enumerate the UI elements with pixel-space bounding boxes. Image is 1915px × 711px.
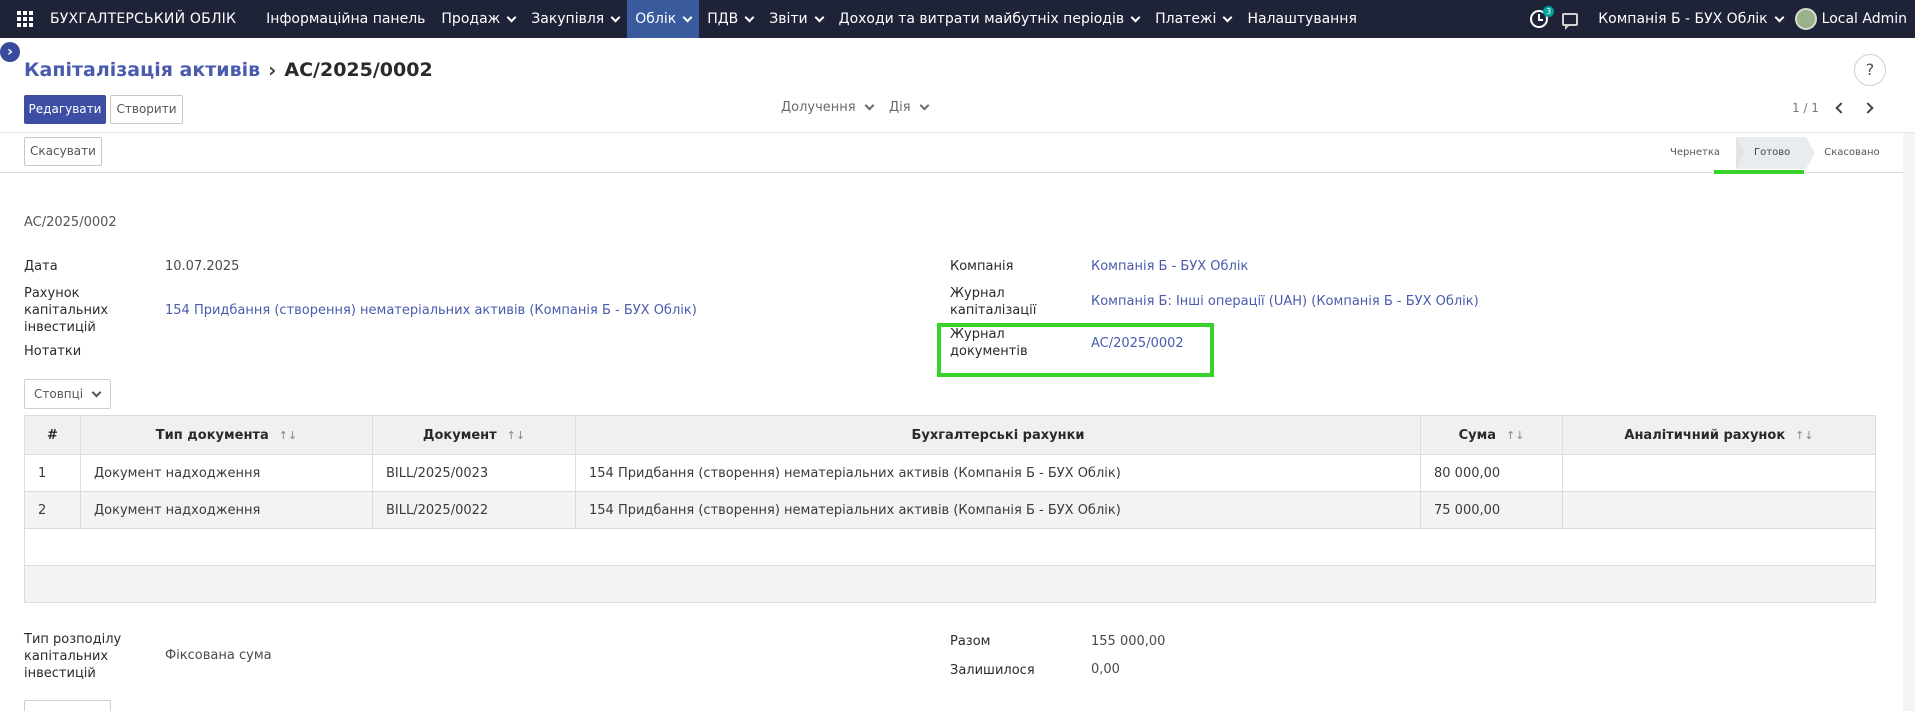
account-link[interactable]: 154 Придбання (створення) нематеріальних… bbox=[165, 302, 697, 319]
chevron-right-icon[interactable]: › bbox=[0, 42, 20, 62]
breadcrumb-parent[interactable]: Капіталізація активів bbox=[24, 59, 260, 81]
menu-item-purchase[interactable]: Закупівля bbox=[523, 0, 627, 38]
company-label: Компанія bbox=[950, 259, 1014, 274]
cell-number: 2 bbox=[24, 491, 81, 529]
sort-icon: ↑↓ bbox=[1505, 428, 1525, 442]
date-label: Дата bbox=[24, 259, 58, 274]
avatar[interactable] bbox=[1794, 8, 1817, 30]
chevron-down-icon bbox=[91, 387, 102, 397]
pager-counter[interactable]: 1 / 1 bbox=[1792, 101, 1819, 115]
chevron-right-icon: › bbox=[268, 58, 277, 82]
sort-icon: ↑↓ bbox=[278, 428, 298, 442]
breadcrumb: Капіталізація активів › AC/2025/0002 bbox=[24, 58, 433, 82]
documents-table: # Тип документа ↑↓ Документ ↑↓ Бухгалтерсь… bbox=[24, 415, 1876, 603]
column-header-number: # bbox=[24, 415, 81, 455]
activity-badge: 3 bbox=[1543, 6, 1555, 17]
cell-document: BILL/2025/0022 bbox=[372, 491, 576, 529]
chevron-down-icon bbox=[864, 100, 875, 111]
main-menu: Інформаційна панель Продаж Закупівля Обл… bbox=[258, 0, 1365, 38]
attachments-dropdown[interactable]: Долучення bbox=[781, 100, 875, 115]
chevron-down-icon bbox=[682, 12, 693, 22]
remaining-label: Залишилося bbox=[950, 663, 1035, 678]
distribution-label: Тип розподілу капітальних інвестицій bbox=[24, 632, 122, 681]
top-navbar: БУХГАЛТЕРСЬКИЙ ОБЛІК Інформаційна панель… bbox=[0, 0, 1915, 38]
cell-document: BILL/2025/0023 bbox=[372, 454, 576, 492]
page-title: AC/2025/0002 bbox=[284, 59, 433, 81]
cell-number: 1 bbox=[24, 454, 81, 492]
total-label: Разом bbox=[950, 634, 991, 649]
cancel-button[interactable]: Скасувати bbox=[24, 137, 102, 166]
scrollbar[interactable] bbox=[1903, 133, 1915, 711]
menu-item-vat[interactable]: ПДВ bbox=[699, 0, 761, 38]
document-name: AC/2025/0002 bbox=[24, 215, 117, 230]
stage-cancelled[interactable]: Скасовано bbox=[1806, 137, 1896, 169]
cell-doc-type: Документ надходження bbox=[80, 454, 373, 492]
chevron-down-icon bbox=[610, 12, 621, 22]
column-header-doc-type[interactable]: Тип документа ↑↓ bbox=[80, 415, 373, 455]
activity-clock-icon[interactable]: 3 bbox=[1530, 6, 1555, 28]
menu-item-sales[interactable]: Продаж bbox=[433, 0, 523, 38]
menu-item-deferred[interactable]: Доходи та витрати майбутніх періодів bbox=[831, 0, 1147, 38]
journal-label: Журнал капіталізації bbox=[950, 286, 1037, 318]
previous-icon[interactable] bbox=[1835, 102, 1847, 114]
company-switcher[interactable]: Компанія Б - БУХ Облік bbox=[1598, 11, 1785, 27]
menu-item-reports[interactable]: Звіти bbox=[761, 0, 830, 38]
total-value: 155 000,00 bbox=[1091, 634, 1166, 649]
cell-amount: 80 000,00 bbox=[1420, 454, 1563, 492]
cell-accounts: 154 Придбання (створення) нематеріальних… bbox=[575, 454, 1421, 492]
columns-button[interactable]: Стовпці bbox=[24, 379, 111, 409]
partial-button[interactable] bbox=[24, 700, 111, 711]
menu-item-payments[interactable]: Платежі bbox=[1147, 0, 1239, 38]
next-icon[interactable] bbox=[1862, 102, 1874, 114]
empty-row bbox=[24, 528, 1876, 566]
table-row[interactable]: 1 Документ надходження BILL/2025/0023 15… bbox=[24, 454, 1876, 492]
company-link[interactable]: Компанія Б - БУХ Облік bbox=[1091, 258, 1248, 275]
remaining-value: 0,00 bbox=[1091, 662, 1120, 677]
date-value: 10.07.2025 bbox=[165, 259, 240, 274]
journal-link[interactable]: Компанія Б: Інші операції (UAH) (Компані… bbox=[1091, 293, 1479, 310]
menu-item-accounting[interactable]: Облік bbox=[627, 0, 700, 38]
chevron-down-icon bbox=[919, 100, 930, 111]
chevron-down-icon bbox=[506, 12, 517, 22]
app-brand[interactable]: БУХГАЛТЕРСЬКИЙ ОБЛІК bbox=[50, 11, 236, 27]
chevron-down-icon bbox=[1774, 12, 1785, 22]
column-header-analytic[interactable]: Аналітичний рахунок ↑↓ bbox=[1562, 415, 1876, 455]
apps-menu-icon[interactable] bbox=[0, 0, 50, 38]
cell-analytic bbox=[1562, 454, 1876, 492]
cell-analytic bbox=[1562, 491, 1876, 529]
chat-icon[interactable] bbox=[1562, 12, 1579, 30]
menu-item-settings[interactable]: Налаштування bbox=[1239, 0, 1364, 38]
user-name[interactable]: Local Admin bbox=[1822, 11, 1907, 27]
cell-amount: 75 000,00 bbox=[1420, 491, 1563, 529]
status-bar bbox=[0, 132, 1915, 173]
chevron-down-icon bbox=[814, 12, 825, 22]
help-button[interactable]: ? bbox=[1854, 54, 1886, 86]
empty-row bbox=[24, 565, 1876, 603]
stage-highlight bbox=[1714, 170, 1804, 174]
sort-icon: ↑↓ bbox=[506, 428, 526, 442]
cell-accounts: 154 Придбання (створення) нематеріальних… bbox=[575, 491, 1421, 529]
account-label: Рахунок капітальних інвестицій bbox=[24, 286, 109, 335]
action-dropdown[interactable]: Дія bbox=[889, 100, 930, 115]
edit-button[interactable]: Редагувати bbox=[24, 95, 106, 124]
column-header-document[interactable]: Документ ↑↓ bbox=[372, 415, 576, 455]
table-row[interactable]: 2 Документ надходження BILL/2025/0022 15… bbox=[24, 491, 1876, 529]
stage-done[interactable]: Готово bbox=[1736, 137, 1816, 169]
stage-draft[interactable]: Чернетка bbox=[1652, 137, 1746, 169]
create-button[interactable]: Створити bbox=[110, 95, 183, 124]
chevron-down-icon bbox=[1130, 12, 1141, 22]
distribution-value: Фіксована сума bbox=[165, 648, 272, 663]
menu-item-dashboard[interactable]: Інформаційна панель bbox=[258, 0, 433, 38]
column-header-amount[interactable]: Сума ↑↓ bbox=[1420, 415, 1563, 455]
chevron-down-icon bbox=[744, 12, 755, 22]
column-header-accounts: Бухгалтерські рахунки bbox=[575, 415, 1421, 455]
notes-label: Нотатки bbox=[24, 344, 82, 359]
cell-doc-type: Документ надходження bbox=[80, 491, 373, 529]
highlight-box bbox=[937, 323, 1214, 377]
stage-pipeline: Чернетка Готово Скасовано bbox=[1652, 137, 1896, 169]
chevron-down-icon bbox=[1222, 12, 1233, 22]
sort-icon: ↑↓ bbox=[1795, 428, 1814, 442]
